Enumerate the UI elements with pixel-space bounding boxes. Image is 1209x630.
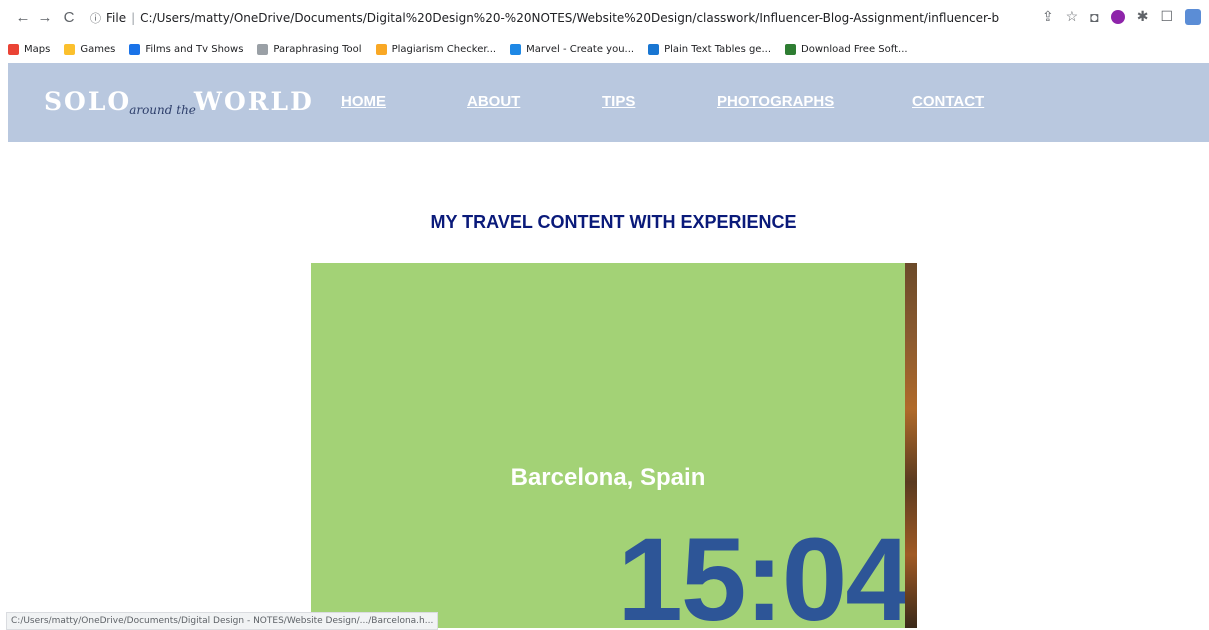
bookmark-item[interactable]: Marvel - Create you... [502,43,640,55]
next-slide-image[interactable] [905,263,917,628]
maps-icon [8,43,19,55]
sidebar-icon[interactable]: ☐ [1160,8,1173,25]
folder-icon [64,43,76,55]
bookmark-item[interactable]: Maps [0,43,56,55]
logo-text-right: WORLD [193,87,314,116]
logo-text-left: SOLO [44,87,132,116]
toolbar-actions: ⇪ ☆ ◘ ✱ ☐ [1042,8,1201,25]
address-bar[interactable]: ⓘ File | C:/Users/matty/OneDrive/Documen… [90,7,1000,29]
marvel-icon [510,43,522,55]
bookmark-label: Download Free Soft... [801,43,908,55]
table-icon [648,43,660,55]
extension-icon[interactable] [1110,9,1125,24]
bookmark-item[interactable]: Plagiarism Checker... [368,43,503,55]
local-time: 15:04 [617,514,905,628]
bookmark-label: Marvel - Create you... [526,43,635,55]
page-heading: MY TRAVEL CONTENT WITH EXPERIENCE [430,212,797,232]
bookmark-item[interactable]: Games [56,43,121,55]
forward-icon[interactable]: → [34,9,56,26]
camera-icon[interactable]: ◘ [1090,9,1098,25]
nav-about[interactable]: ABOUT [467,93,520,110]
bookmarks-bar: Maps Games Films and Tv Shows Paraphrasing … [0,36,1209,62]
logo-script: around the [129,103,196,117]
star-icon[interactable]: ☆ [1066,8,1079,25]
nav-tips[interactable]: TIPS [602,93,635,110]
info-icon[interactable]: ⓘ [90,10,101,26]
nav-photographs[interactable]: PHOTOGRAPHS [717,93,834,110]
bookmark-label: Films and Tv Shows [145,43,244,55]
plagiarism-icon [375,43,387,55]
bookmark-label: Maps [24,43,51,55]
nav-contact[interactable]: CONTACT [912,93,984,110]
share-icon[interactable]: ⇪ [1042,8,1054,25]
bookmark-label: Plain Text Tables ge... [664,43,771,55]
pen-icon [257,43,269,55]
url-text[interactable]: C:/Users/matty/OneDrive/Documents/Digita… [140,11,1000,25]
site-header: SOLOaround theWORLD HOME ABOUT TIPS PHOT… [8,63,1209,142]
bookmark-label: Paraphrasing Tool [273,43,362,55]
download-icon [785,43,796,55]
profile-icon[interactable] [1185,8,1201,25]
address-separator: | [131,11,136,25]
reload-icon[interactable]: C [58,9,80,26]
film-icon [129,43,141,55]
site-logo[interactable]: SOLOaround theWORLD [44,87,314,117]
bookmark-item[interactable]: Films and Tv Shows [121,43,249,55]
bookmark-label: Games [80,43,116,55]
bookmark-item[interactable]: Plain Text Tables ge... [640,43,777,55]
nav-home[interactable]: HOME [341,93,386,110]
puzzle-icon[interactable]: ✱ [1137,8,1149,25]
bookmark-item[interactable]: Download Free Soft... [777,43,914,55]
browser-toolbar: ← → C ⓘ File | C:/Users/matty/OneDrive/D… [0,0,1209,36]
bookmark-item[interactable]: Paraphrasing Tool [249,43,367,55]
back-icon[interactable]: ← [12,9,34,26]
destination-card[interactable]: Barcelona, Spain 15:04 [311,263,905,628]
bookmark-label: Plagiarism Checker... [391,43,497,55]
file-label: File [106,11,127,25]
city-name: Barcelona, Spain [510,464,706,491]
status-bar-url: C:/Users/matty/OneDrive/Documents/Digita… [6,612,439,630]
